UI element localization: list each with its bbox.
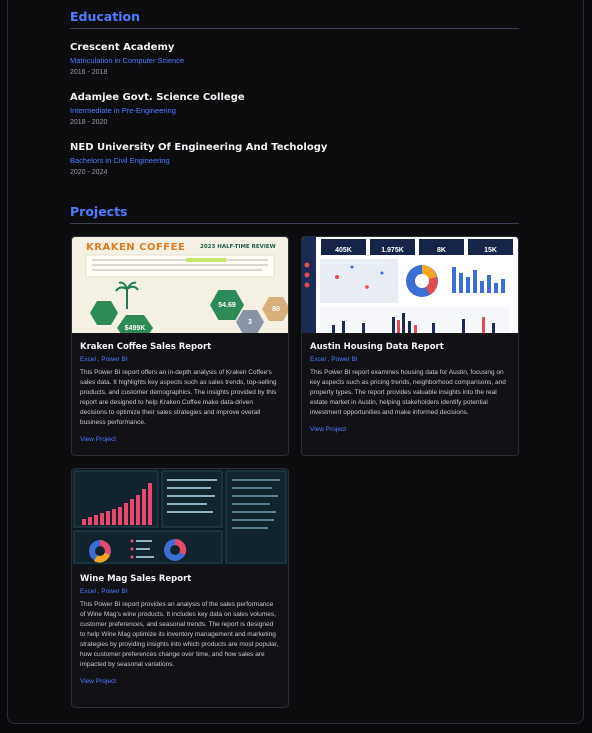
degree-name: Matriculation in Computer Science	[70, 56, 185, 65]
project-thumbnail	[72, 469, 288, 565]
view-project-link[interactable]: View Project	[80, 678, 116, 685]
school-name: NED University Of Engineering And Techol…	[70, 142, 328, 153]
projects-heading: Projects	[70, 204, 128, 219]
school-name: Adamjee Govt. Science College	[70, 92, 245, 103]
degree-name: Bachelors in Civil Engineering	[70, 156, 170, 165]
project-thumbnail: KRAKEN COFFEE 2023 HALF-TIME REVIEW $499…	[72, 237, 288, 333]
project-description: This Power BI report provides an analysi…	[80, 601, 279, 668]
projects-divider	[70, 223, 519, 224]
project-title: Kraken Coffee Sales Report	[80, 342, 212, 352]
degree-name: Intermediate in Pre-Engineering	[70, 106, 176, 115]
education-heading: Education	[70, 9, 140, 24]
project-tags: Excel , Power BI	[80, 356, 128, 363]
thumbnail-graphics	[73, 470, 287, 564]
project-tags: Excel , Power BI	[310, 356, 358, 363]
view-project-link[interactable]: View Project	[310, 426, 346, 433]
project-thumbnail: 405K 1.975K 8K 15K	[302, 237, 518, 333]
school-name: Crescent Academy	[70, 42, 175, 53]
education-years: 2016 - 2018	[70, 69, 108, 76]
education-divider	[70, 28, 519, 29]
project-card-wine-mag[interactable]: Wine Mag Sales Report Excel , Power BI T…	[71, 468, 289, 708]
project-description: This Power BI report offers an in-depth …	[80, 369, 277, 426]
project-title: Wine Mag Sales Report	[80, 574, 192, 584]
project-tags: Excel , Power BI	[80, 588, 128, 595]
education-item: NED University Of Engineering And Techol…	[70, 142, 520, 176]
education-item: Crescent Academy Matriculation in Comput…	[70, 42, 520, 76]
project-card-austin[interactable]: 405K 1.975K 8K 15K Austin Housing Data R…	[301, 236, 519, 456]
thumbnail-graphics	[304, 259, 510, 333]
project-title: Austin Housing Data Report	[310, 342, 444, 352]
education-years: 2020 - 2024	[70, 169, 108, 176]
education-years: 2018 - 2020	[70, 119, 108, 126]
education-item: Adamjee Govt. Science College Intermedia…	[70, 92, 520, 126]
project-description: This Power BI report examines housing da…	[310, 369, 506, 416]
view-project-link[interactable]: View Project	[80, 436, 116, 443]
project-card-kraken[interactable]: KRAKEN COFFEE 2023 HALF-TIME REVIEW $499…	[71, 236, 289, 456]
